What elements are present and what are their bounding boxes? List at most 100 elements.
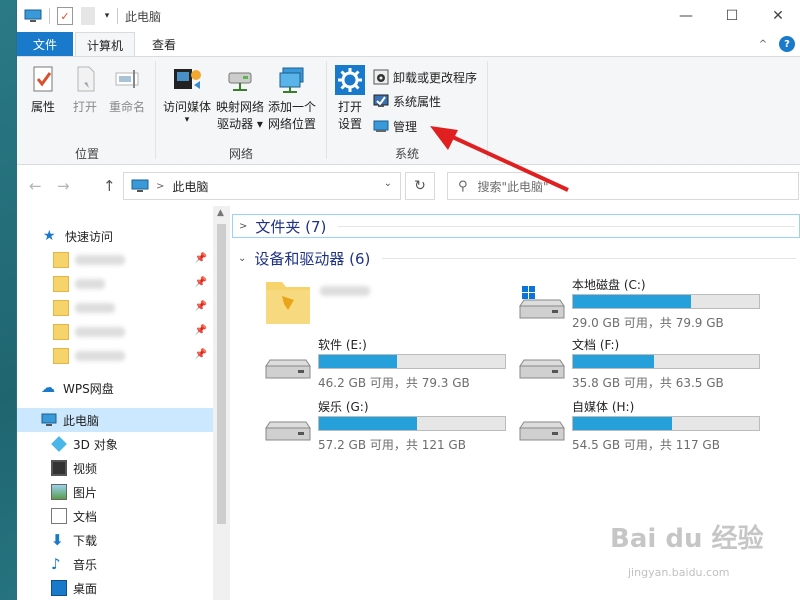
properties-quick-icon[interactable]: ✓ <box>57 7 73 25</box>
add-network-location-label-1: 添加一个 <box>267 100 316 114</box>
search-icon: ⚲ <box>458 178 468 194</box>
document-icon <box>51 508 67 524</box>
drive-usage-bar <box>572 416 760 431</box>
drive-tile[interactable]: 软件 (E:) 46.2 GB 可用，共 79.3 GB <box>264 336 514 390</box>
sidebar-item-label: 下载 <box>73 533 98 548</box>
folder-icon <box>53 276 69 292</box>
tab-file[interactable]: 文件 <box>17 32 73 56</box>
manage-label: 管理 <box>393 119 418 134</box>
navigation-pane-scrollbar[interactable]: ▲ <box>213 206 230 600</box>
sidebar-item-videos[interactable]: 视频 <box>17 456 213 480</box>
rename-label: 重命名 <box>108 100 145 114</box>
system-properties-icon <box>373 94 389 107</box>
scroll-up-arrow-icon[interactable]: ▲ <box>217 208 224 218</box>
sidebar-item-label: 音乐 <box>73 557 98 572</box>
blurred-tile-name <box>320 286 370 296</box>
help-icon[interactable]: ? <box>779 36 795 52</box>
devices-section-header[interactable]: ⌄ 设备和驱动器 (6) <box>232 246 800 270</box>
access-media-button[interactable]: 访问媒体 ▾ <box>161 65 213 125</box>
drive-tile[interactable]: 本地磁盘 (C:) 29.0 GB 可用，共 79.9 GB <box>518 276 768 330</box>
drive-name: 软件 (E:) <box>318 338 367 352</box>
address-bar[interactable]: > 此电脑 ⌄ <box>123 172 401 200</box>
sidebar-pinned-folder[interactable]: 📌 <box>17 320 213 344</box>
drive-tile[interactable]: 文档 (F:) 35.8 GB 可用，共 63.5 GB <box>518 336 768 390</box>
breadcrumb-separator[interactable]: > <box>156 181 164 192</box>
pin-icon: 📌 <box>194 325 207 336</box>
collapse-ribbon-icon[interactable]: ^ <box>755 36 771 52</box>
sidebar-item-music[interactable]: ♪ 音乐 <box>17 552 213 576</box>
sidebar-item-wps[interactable]: ☁ WPS网盘 <box>17 376 213 400</box>
drive-tile[interactable]: 自媒体 (H:) 54.5 GB 可用，共 117 GB <box>518 398 768 452</box>
add-network-location-button[interactable]: 添加一个 网络位置 <box>266 65 318 133</box>
file-explorer-window: ✓ ▾ 此电脑 — ☐ ✕ 文件 计算机 查看 ^ ? 属性 打开 重命名 位置 <box>16 0 800 600</box>
address-dropdown-icon[interactable]: ⌄ <box>384 178 392 189</box>
ribbon: 属性 打开 重命名 位置 访问媒体 ▾ 映射网络 驱动器 ▾ 添加一个 网络位置… <box>17 56 800 165</box>
star-icon: ★ <box>43 228 56 244</box>
section-divider <box>338 225 795 227</box>
desktop-icon <box>51 580 67 596</box>
open-button[interactable]: 打开 <box>69 65 101 116</box>
maximize-button[interactable]: ☐ <box>709 0 755 32</box>
open-settings-button[interactable]: 打开 设置 <box>333 65 367 133</box>
navigation-bar: ← → ↑ > 此电脑 ⌄ ↻ ⚲ 搜索"此电脑" <box>17 166 800 206</box>
forward-button[interactable]: → <box>57 177 70 195</box>
customize-quick-access-dropdown[interactable]: ▾ <box>101 7 113 25</box>
sidebar-item-3d-objects[interactable]: 3D 对象 <box>17 432 213 456</box>
manage-button[interactable]: 管理 <box>373 116 417 136</box>
uninstall-programs-button[interactable]: 卸载或更改程序 <box>373 67 477 87</box>
download-arrow-icon: ⬇ <box>51 531 64 549</box>
ribbon-group-divider <box>155 61 156 159</box>
folders-section-header[interactable]: > 文件夹 (7) <box>232 214 800 238</box>
drive-usage-fill <box>573 417 672 430</box>
drive-tile[interactable]: 娱乐 (G:) 57.2 GB 可用，共 121 GB <box>264 398 514 452</box>
blurred-folder-name <box>75 351 125 361</box>
blurred-folder-name <box>75 303 115 313</box>
sidebar-item-pictures[interactable]: 图片 <box>17 480 213 504</box>
pin-icon: 📌 <box>194 349 207 360</box>
sidebar-item-label: 3D 对象 <box>73 437 118 452</box>
drive-name: 本地磁盘 (C:) <box>572 278 646 292</box>
drive-usage-bar <box>572 294 760 309</box>
sidebar-item-label: 快速访问 <box>65 229 114 244</box>
refresh-button[interactable]: ↻ <box>405 172 435 200</box>
properties-button[interactable]: 属性 <box>25 65 61 116</box>
sidebar-pinned-folder[interactable]: 📌 <box>17 344 213 368</box>
scrollbar-thumb[interactable] <box>217 224 226 524</box>
drive-space-info: 35.8 GB 可用，共 63.5 GB <box>572 376 724 390</box>
group-label-system: 系统 <box>394 147 419 161</box>
map-network-drive-button[interactable]: 映射网络 驱动器 ▾ <box>214 65 266 133</box>
music-note-icon: ♪ <box>51 555 61 573</box>
tab-computer[interactable]: 计算机 <box>75 32 135 57</box>
rename-button[interactable]: 重命名 <box>107 65 147 116</box>
breadcrumb-this-pc[interactable]: 此电脑 <box>172 178 208 195</box>
new-folder-quick-icon[interactable] <box>81 7 95 25</box>
cube-icon <box>51 436 67 452</box>
minimize-button[interactable]: — <box>663 0 709 32</box>
sidebar-pinned-folder[interactable]: 📌 <box>17 296 213 320</box>
sidebar-item-downloads[interactable]: ⬇ 下载 <box>17 528 213 552</box>
watermark-logo: Bai du 经验 <box>610 524 764 554</box>
media-icon <box>174 69 201 89</box>
sidebar-item-label: 视频 <box>73 461 98 476</box>
drive-space-info: 29.0 GB 可用，共 79.9 GB <box>572 316 724 330</box>
close-button[interactable]: ✕ <box>755 0 800 32</box>
sidebar-item-quick-access[interactable]: ★ 快速访问 <box>17 224 213 248</box>
system-properties-button[interactable]: 系统属性 <box>373 91 441 111</box>
back-button[interactable]: ← <box>29 177 42 195</box>
ribbon-group-divider <box>487 61 488 159</box>
sidebar-item-documents[interactable]: 文档 <box>17 504 213 528</box>
drive-space-info: 57.2 GB 可用，共 121 GB <box>318 438 466 452</box>
drive-name: 自媒体 (H:) <box>572 400 635 414</box>
sidebar-item-this-pc[interactable]: 此电脑 <box>17 408 213 432</box>
blurred-device-tile[interactable] <box>264 274 464 330</box>
up-button[interactable]: ↑ <box>103 177 116 195</box>
rename-icon <box>115 70 139 88</box>
tab-view[interactable]: 查看 <box>139 32 189 56</box>
hard-drive-icon <box>265 421 311 441</box>
search-box[interactable]: ⚲ 搜索"此电脑" <box>447 172 799 200</box>
window-title: 此电脑 <box>125 10 162 24</box>
sidebar-pinned-folder[interactable]: 📌 <box>17 248 213 272</box>
drive-usage-fill <box>573 295 691 308</box>
sidebar-item-desktop[interactable]: 桌面 <box>17 576 213 600</box>
sidebar-pinned-folder[interactable]: 📌 <box>17 272 213 296</box>
